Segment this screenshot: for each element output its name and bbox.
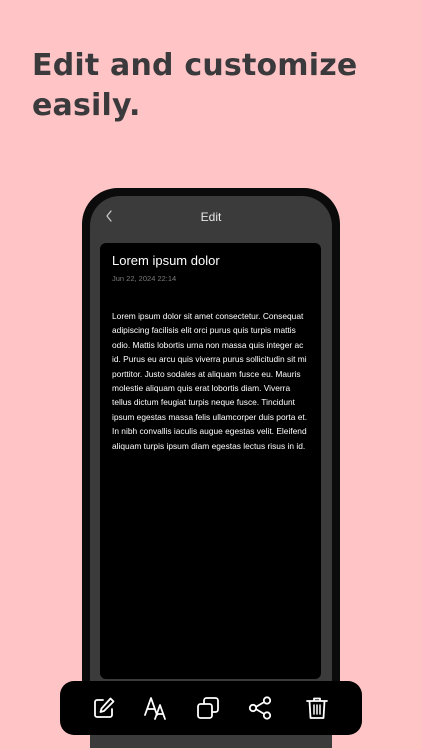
font-size-icon[interactable]	[142, 694, 170, 722]
note-date: Jun 22, 2024 22:14	[112, 274, 177, 283]
toolbar	[60, 681, 362, 735]
trash-icon[interactable]	[303, 694, 331, 722]
nav-title: Edit	[200, 210, 222, 224]
edit-icon[interactable]	[90, 694, 118, 722]
phone-frame: Edit Lorem ipsum dolor Jun 22, 2024 22:1…	[82, 188, 340, 748]
note-body[interactable]: Lorem ipsum dolor sit amet consectetur. …	[112, 309, 309, 453]
note-card[interactable]: Lorem ipsum dolor Jun 22, 2024 22:14 Lor…	[100, 243, 321, 679]
copy-icon[interactable]	[194, 694, 222, 722]
nav-bar: Edit	[90, 208, 332, 232]
headline: Edit and customize easily.	[32, 48, 358, 123]
phone-screen: Edit Lorem ipsum dolor Jun 22, 2024 22:1…	[90, 196, 332, 748]
share-icon[interactable]	[246, 694, 274, 722]
note-title[interactable]: Lorem ipsum dolor	[112, 253, 220, 268]
